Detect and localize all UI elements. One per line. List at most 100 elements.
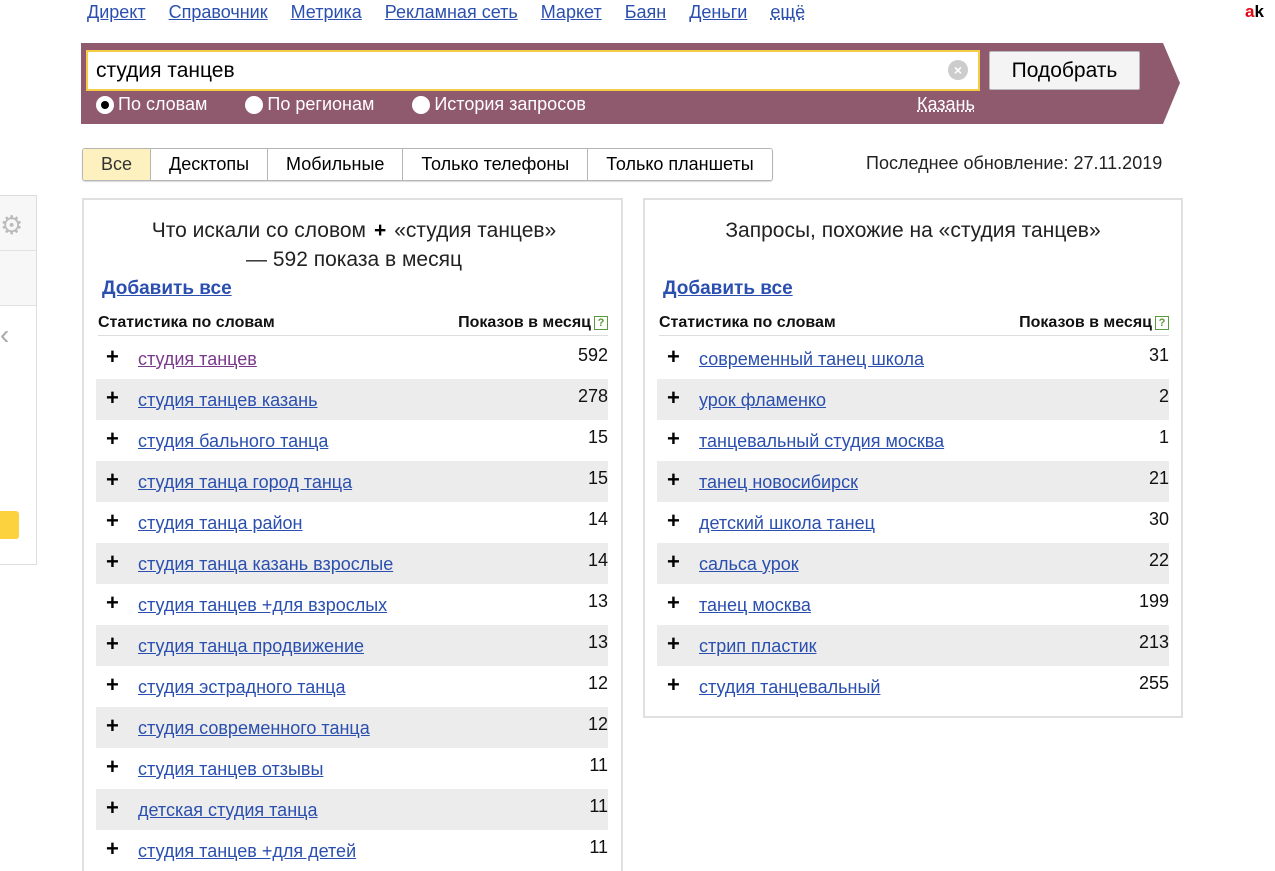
add-phrase-icon[interactable]: + (667, 508, 680, 534)
phrase-link[interactable]: студия танца казань взрослые (138, 554, 393, 575)
add-phrase-icon[interactable]: + (667, 426, 680, 452)
add-phrase-icon[interactable]: + (667, 549, 680, 575)
add-phrase-icon[interactable]: + (106, 590, 119, 616)
add-all-link[interactable]: Добавить все (663, 278, 793, 300)
mode-by-regions[interactable]: По регионам (245, 94, 374, 115)
radio-icon[interactable] (245, 95, 264, 114)
add-phrase-icon[interactable]: + (667, 672, 680, 698)
last-updated: Последнее обновление: 27.11.2019 (866, 153, 1163, 173)
add-phrase-icon[interactable]: + (106, 795, 119, 821)
add-phrase-icon[interactable]: + (667, 590, 680, 616)
add-phrase-icon[interactable]: + (106, 467, 119, 493)
nav-link-bayan[interactable]: Баян (625, 2, 667, 23)
nav-more-link[interactable]: ещё (770, 2, 805, 23)
table-row: + танцевальный студия москва 1 (657, 420, 1169, 461)
phrase-link[interactable]: урок фламенко (699, 390, 826, 411)
phrase-link[interactable]: студия эстрадного танца (138, 677, 346, 698)
table-row: + студия танца район 14 (96, 502, 608, 543)
phrase-link[interactable]: студия танца продвижение (138, 636, 364, 657)
tab-phones-only[interactable]: Только телефоны (403, 149, 589, 180)
table-row: + урок фламенко 2 (657, 379, 1169, 420)
chevron-left-icon[interactable]: ‹ (0, 319, 9, 351)
shows-count: 255 (1138, 673, 1169, 693)
phrase-link[interactable]: детский школа танец (699, 513, 875, 534)
shows-count: 13 (587, 632, 608, 652)
shows-count: 13 (587, 591, 608, 611)
nav-link-spravochnik[interactable]: Справочник (169, 2, 268, 23)
phrase-link[interactable]: студия бального танца (138, 431, 328, 452)
tab-all[interactable]: Все (83, 149, 152, 180)
phrase-link[interactable]: стрип пластик (699, 636, 817, 657)
tab-desktops[interactable]: Десктопы (151, 149, 269, 180)
phrase-link[interactable]: танцевальный студия москва (699, 431, 944, 452)
mode-label: История запросов (434, 94, 586, 114)
shows-count: 22 (1148, 550, 1169, 570)
radio-icon[interactable] (412, 95, 431, 114)
add-phrase-icon[interactable]: + (106, 713, 119, 739)
table-row: + студия танца город танца 15 (96, 461, 608, 502)
search-mode-group: По словам По регионам История запросов (96, 94, 624, 115)
phrase-link[interactable]: танец москва (699, 595, 811, 616)
table-row: + студия танцев +для детей 11 (96, 830, 608, 871)
add-phrase-icon[interactable]: + (106, 754, 119, 780)
add-phrase-icon[interactable]: + (106, 426, 119, 452)
phrase-link[interactable]: студия танцев (138, 349, 257, 370)
title-part-a: Что искали со словом (151, 219, 366, 242)
side-widget-cell: ‹ (0, 251, 36, 350)
phrase-link[interactable]: современный танец школа (699, 349, 924, 370)
mode-by-words[interactable]: По словам (96, 94, 207, 115)
phrase-link[interactable]: студия танца район (138, 513, 303, 534)
phrase-link[interactable]: сальса урок (699, 554, 799, 575)
table-row: + детская студия танца 11 (96, 789, 608, 830)
tab-mobile[interactable]: Мобильные (268, 149, 404, 180)
radio-checked-icon[interactable] (96, 95, 114, 114)
nav-link-dengi[interactable]: Деньги (689, 2, 747, 23)
side-yellow-button[interactable] (0, 511, 19, 539)
phrase-link[interactable]: студия танцевальный (699, 677, 880, 698)
account-brand[interactable]: ak (1245, 2, 1275, 22)
region-selector[interactable]: Казань (917, 94, 975, 115)
add-phrase-icon[interactable]: + (106, 672, 119, 698)
shows-count: 21 (1148, 468, 1169, 488)
nav-link-ad-network[interactable]: Рекламная сеть (385, 2, 518, 23)
submit-button[interactable]: Подобрать (989, 51, 1140, 90)
add-phrase-icon[interactable]: + (106, 836, 119, 862)
gear-icon[interactable]: ⚙ (0, 210, 23, 241)
tab-tablets-only[interactable]: Только планшеты (588, 149, 772, 180)
shows-count: 2 (1158, 386, 1169, 406)
phrase-link[interactable]: танец новосибирск (699, 472, 858, 493)
add-phrase-icon[interactable]: + (106, 508, 119, 534)
table-row: + сальса урок 22 (657, 543, 1169, 584)
add-phrase-icon[interactable]: + (106, 385, 119, 411)
phrase-link[interactable]: студия танцев казань (138, 390, 318, 411)
table-row: + студия танцев казань 278 (96, 379, 608, 420)
add-phrase-icon[interactable]: + (106, 631, 119, 657)
help-icon[interactable]: ? (1155, 316, 1169, 330)
shows-count: 12 (587, 714, 608, 734)
phrase-link[interactable]: детская студия танца (138, 800, 317, 821)
add-phrase-icon[interactable]: + (667, 631, 680, 657)
shows-count: 1 (1158, 427, 1169, 447)
nav-link-market[interactable]: Маркет (541, 2, 602, 23)
phrase-link[interactable]: студия танцев отзывы (138, 759, 323, 780)
phrase-link[interactable]: студия танца город танца (138, 472, 352, 493)
search-input[interactable] (96, 56, 936, 86)
phrase-link[interactable]: студия танцев +для детей (138, 841, 356, 862)
mode-history[interactable]: История запросов (412, 94, 586, 115)
clear-icon[interactable]: × (948, 60, 968, 80)
add-phrase-icon[interactable]: + (667, 385, 680, 411)
table-row: + студия эстрадного танца 12 (96, 666, 608, 707)
add-phrase-icon[interactable]: + (106, 549, 119, 575)
nav-link-metrika[interactable]: Метрика (291, 2, 362, 23)
help-icon[interactable]: ? (594, 316, 608, 330)
add-all-link[interactable]: Добавить все (102, 278, 232, 300)
add-phrase-icon[interactable]: + (667, 467, 680, 493)
phrase-link[interactable]: студия танцев +для взрослых (138, 595, 387, 616)
add-phrase-icon[interactable]: + (667, 344, 680, 370)
add-phrase-icon[interactable]: + (106, 344, 119, 370)
phrase-link[interactable]: студия современного танца (138, 718, 370, 739)
nav-link-direct[interactable]: Директ (87, 2, 146, 23)
col-words-header: Статистика по словам (659, 314, 836, 331)
similar-panel: Запросы, похожие на «студия танцев» Доба… (643, 198, 1183, 718)
shows-count: 213 (1138, 632, 1169, 652)
